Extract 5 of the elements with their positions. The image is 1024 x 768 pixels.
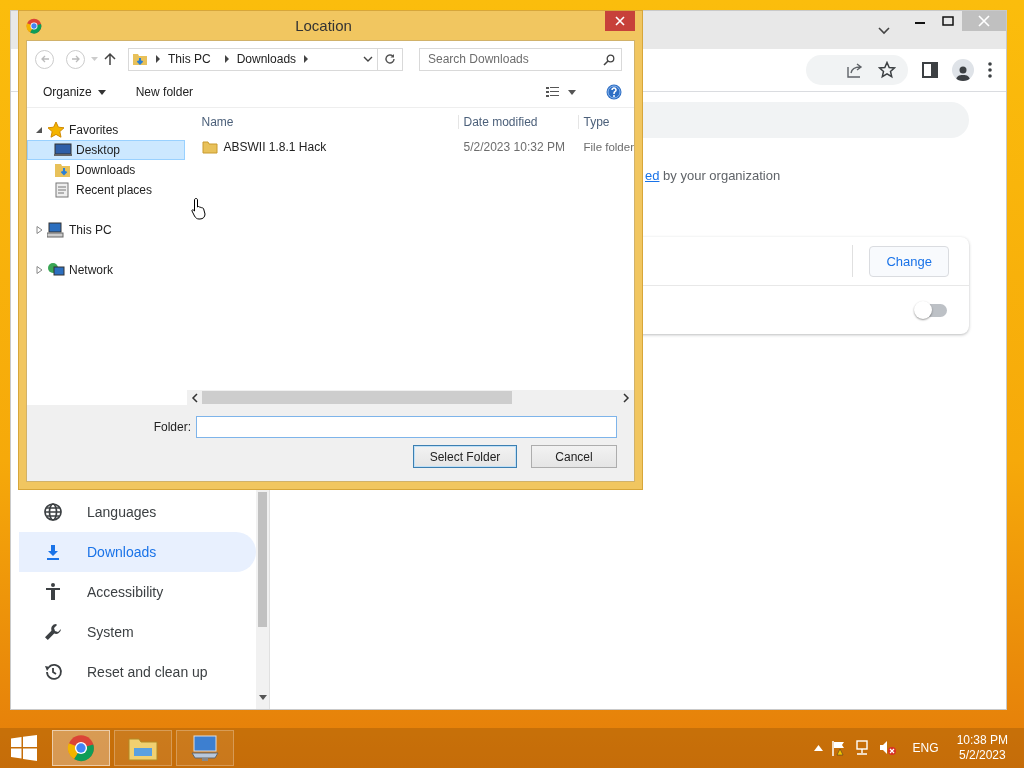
table-cell-text: File folder [582, 141, 634, 153]
dialog-title: Location [294, 17, 353, 34]
managed-notice: ed by your organization [645, 168, 782, 183]
table-cell-text: 5/2/2023 10:32 PM [462, 140, 566, 154]
field-label: Folder: [153, 420, 191, 434]
